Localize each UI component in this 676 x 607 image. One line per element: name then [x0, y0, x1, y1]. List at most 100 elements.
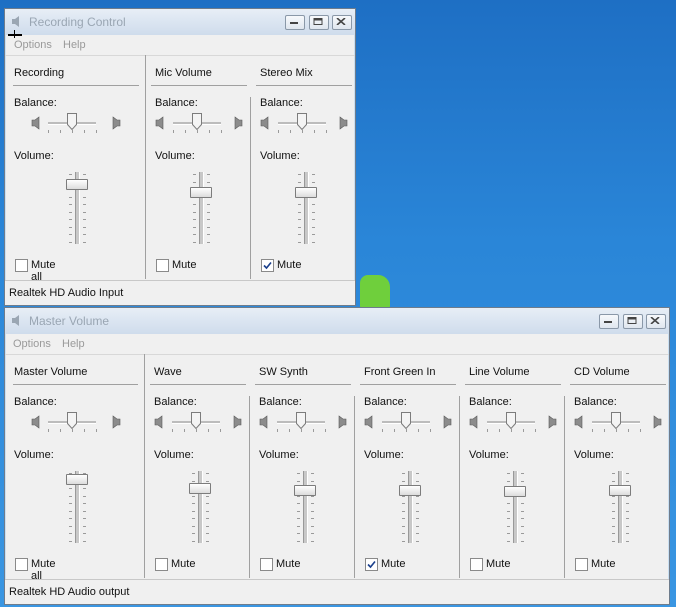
close-button[interactable] [646, 314, 666, 329]
mute-checkbox[interactable] [15, 558, 28, 571]
volume-tick [311, 525, 314, 527]
balance-slider[interactable] [296, 412, 306, 430]
balance-slider-thumb [192, 113, 202, 131]
volume-label: Volume: [14, 150, 54, 162]
mute-checkbox[interactable] [156, 259, 169, 272]
volume-slider[interactable] [66, 474, 88, 485]
volume-tick [297, 525, 300, 527]
volume-slider[interactable] [504, 486, 526, 497]
balance-tick [313, 429, 314, 432]
balance-slider[interactable] [611, 412, 621, 430]
mute-checkbox[interactable] [155, 558, 168, 571]
volume-tick [207, 226, 210, 228]
volume-slider[interactable] [66, 179, 88, 190]
volume-tick [312, 211, 315, 213]
close-icon [336, 18, 346, 25]
volume-tick [69, 518, 72, 519]
menu-help[interactable]: Help [62, 338, 85, 350]
balance-tick [523, 429, 524, 432]
mute-checkbox[interactable] [470, 558, 483, 571]
volume-tick [83, 226, 86, 228]
balance-slider[interactable] [192, 113, 202, 131]
balance-slider[interactable] [67, 412, 77, 430]
restore-button[interactable] [623, 314, 643, 329]
volume-tick [206, 510, 209, 512]
balance-tick [184, 429, 185, 432]
volume-tick [402, 518, 405, 519]
volume-tick [69, 204, 72, 205]
column-title: Master Volume [14, 366, 88, 378]
restore-button[interactable] [309, 15, 329, 30]
column-title-underline [150, 384, 246, 385]
menu-options[interactable]: Options [14, 39, 52, 51]
volume-tick [69, 495, 72, 497]
minimize-button[interactable] [599, 314, 619, 329]
balance-slider[interactable] [401, 412, 411, 430]
balance-tick [616, 429, 617, 432]
volume-slider[interactable] [609, 485, 631, 496]
column-separator [144, 354, 145, 578]
balance-tick [172, 429, 173, 432]
volume-tick [298, 204, 301, 205]
volume-track [408, 471, 413, 543]
balance-slider[interactable] [506, 412, 516, 430]
volume-tick [402, 533, 405, 534]
balance-tick [640, 429, 641, 432]
mute-checkbox[interactable] [15, 259, 28, 272]
mute-checkbox[interactable] [365, 558, 378, 571]
volume-tick [69, 219, 72, 220]
volume-tick [626, 533, 629, 534]
menu-options[interactable]: Options [13, 338, 51, 350]
volume-tick [626, 510, 629, 512]
volume-tick [193, 211, 196, 213]
volume-tick [69, 503, 72, 504]
right-speaker-icon [233, 116, 243, 130]
volume-tick [193, 219, 196, 220]
volume-tick [69, 540, 72, 542]
recording-control-window: Recording Control Options Help Recording… [4, 8, 356, 306]
column-title: Stereo Mix [260, 67, 313, 79]
volume-slider[interactable] [189, 483, 211, 494]
balance-tick [487, 429, 488, 432]
volume-tick [416, 518, 419, 519]
title-bar[interactable]: Master Volume [5, 308, 669, 334]
volume-tick [626, 518, 629, 519]
volume-tick [311, 473, 314, 474]
volume-slider[interactable] [295, 187, 317, 198]
volume-tick [207, 219, 210, 220]
volume-label: Volume: [155, 150, 195, 162]
volume-tick [507, 503, 510, 504]
balance-tick [72, 429, 73, 432]
title-bar[interactable]: Recording Control [5, 9, 355, 35]
volume-slider[interactable] [190, 187, 212, 198]
balance-tick [72, 130, 73, 133]
menu-help[interactable]: Help [63, 39, 86, 51]
left-speaker-icon [260, 116, 269, 130]
volume-tick [69, 211, 72, 213]
volume-tick [402, 480, 405, 482]
volume-tick [402, 503, 405, 504]
restore-icon [627, 317, 637, 324]
balance-tick [394, 429, 395, 432]
mute-checkbox[interactable] [261, 259, 274, 272]
mute-checkbox[interactable] [260, 558, 273, 571]
close-button[interactable] [332, 15, 352, 30]
balance-slider[interactable] [67, 113, 77, 131]
balance-tick [278, 130, 279, 133]
volume-tick [312, 174, 315, 175]
balance-slider[interactable] [297, 113, 307, 131]
volume-tick [83, 174, 86, 175]
column-separator [250, 97, 251, 279]
minimize-button[interactable] [285, 15, 305, 30]
volume-slider[interactable] [399, 485, 421, 496]
left-speaker-icon [31, 415, 41, 429]
balance-slider[interactable] [191, 412, 201, 430]
volume-tick [193, 181, 196, 183]
column-title-underline [360, 384, 456, 385]
volume-tick [83, 219, 86, 220]
mute-checkbox[interactable] [575, 558, 588, 571]
column-title: CD Volume [574, 366, 630, 378]
volume-tick [402, 525, 405, 527]
master-volume-window: Master Volume Options Help Master Volume… [4, 307, 670, 605]
volume-slider[interactable] [294, 485, 316, 496]
